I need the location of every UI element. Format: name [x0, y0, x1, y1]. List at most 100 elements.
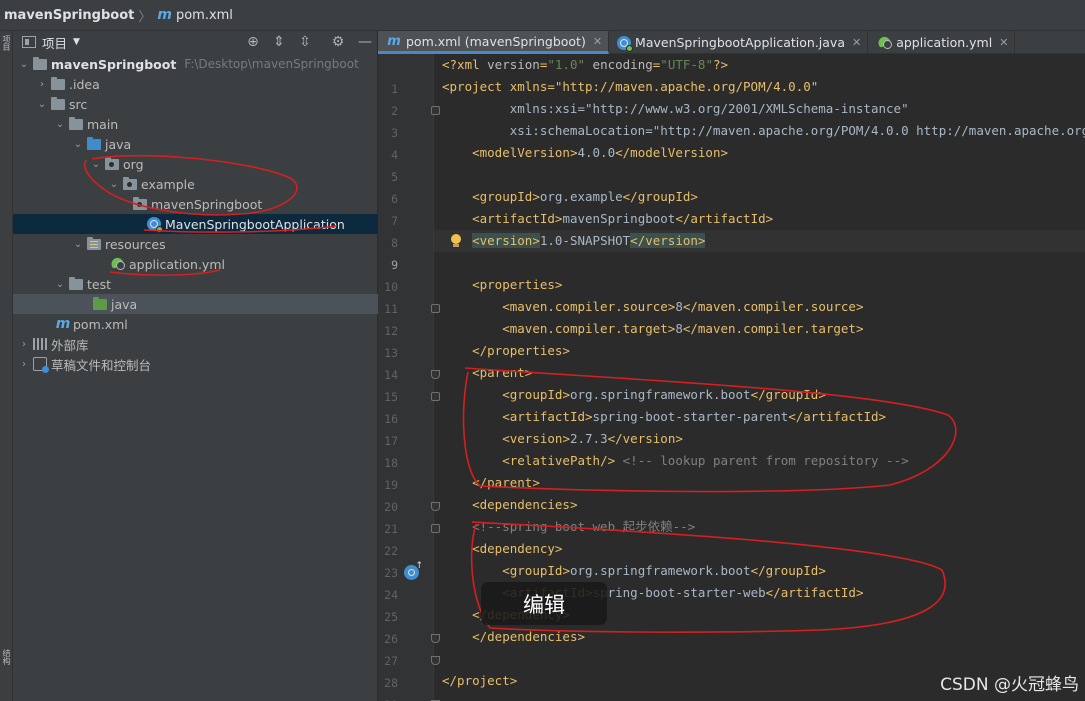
line-number[interactable]: 3 — [378, 126, 398, 140]
tree-item-main[interactable]: ⌄ main — [13, 114, 378, 134]
code-line[interactable]: <artifactId>mavenSpringboot</artifactId> — [442, 208, 1085, 230]
code-line[interactable]: xsi:schemaLocation="http://maven.apache.… — [442, 120, 1085, 142]
chevron-down-icon[interactable]: ⌄ — [53, 119, 67, 130]
collapse-all-icon[interactable]: ⇳ — [296, 34, 314, 50]
chevron-down-icon[interactable]: ⌄ — [17, 59, 31, 70]
fold-marker-icon[interactable] — [431, 106, 440, 115]
tree-item-src[interactable]: ⌄ src — [13, 94, 378, 114]
code-line[interactable] — [442, 164, 1085, 186]
editor-gutter[interactable]: 1 2 3 4 5 6 7 8 9 10 11 12 13 14 15 16 17 18 19 20 21 22 23 24 2… — [378, 54, 440, 701]
gear-icon[interactable]: ⚙ — [329, 34, 347, 50]
tree-item-application-yml[interactable]: application.yml — [13, 254, 378, 274]
line-number[interactable]: 2 — [378, 104, 398, 118]
close-icon[interactable]: ✕ — [593, 35, 602, 48]
code-line[interactable]: <parent> — [442, 362, 1085, 384]
line-number[interactable]: 10 — [378, 280, 398, 294]
tree-item-resources[interactable]: ⌄ resources — [13, 234, 378, 254]
chevron-down-icon[interactable]: ⌄ — [53, 279, 67, 290]
line-number[interactable]: 24 — [378, 588, 398, 602]
line-number[interactable]: 16 — [378, 412, 398, 426]
tree-item-test-java[interactable]: java — [13, 294, 378, 314]
tab-application-java[interactable]: MavenSpringbootApplication.java ✕ — [609, 31, 869, 54]
chevron-right-icon[interactable]: › — [17, 339, 31, 350]
chevron-down-icon[interactable]: ⌄ — [35, 99, 49, 110]
tree-item-project-root[interactable]: ⌄ mavenSpringboot F:\Desktop\mavenSpring… — [13, 54, 378, 74]
chevron-down-icon[interactable]: ⌄ — [89, 159, 103, 170]
hide-panel-icon[interactable]: — — [356, 34, 374, 50]
code-line[interactable]: </parent> — [442, 472, 1085, 494]
code-line[interactable]: <dependency> — [442, 538, 1085, 560]
line-number[interactable]: 5 — [378, 170, 398, 184]
line-number[interactable]: 14 — [378, 368, 398, 382]
code-line[interactable]: <version>2.7.3</version> — [442, 428, 1085, 450]
code-line[interactable]: <groupId>org.springframework.boot</group… — [442, 384, 1085, 406]
line-number[interactable]: 11 — [378, 302, 398, 316]
tree-item-idea[interactable]: › .idea — [13, 74, 378, 94]
line-number[interactable]: 17 — [378, 434, 398, 448]
close-icon[interactable]: ✕ — [852, 36, 861, 49]
intention-bulb-icon[interactable] — [450, 234, 462, 248]
code-line[interactable]: <!--spring boot web 起步依赖--> — [442, 516, 1085, 538]
line-number[interactable]: 19 — [378, 478, 398, 492]
code-line[interactable]: <?xml version="1.0" encoding="UTF-8"?> — [442, 54, 1085, 76]
line-number[interactable]: 23 — [378, 566, 398, 580]
line-number[interactable]: 9 — [378, 258, 398, 272]
line-number[interactable]: 20 — [378, 500, 398, 514]
tree-item-main-java[interactable]: ⌄ java — [13, 134, 378, 154]
breadcrumb-project[interactable]: mavenSpringboot — [4, 8, 134, 23]
line-number[interactable]: 1 — [378, 82, 398, 96]
fold-marker-icon[interactable] — [431, 656, 440, 665]
code-line[interactable]: <properties> — [442, 274, 1085, 296]
line-number[interactable]: 8 — [378, 236, 398, 250]
line-number[interactable]: 13 — [378, 346, 398, 360]
tree-item-example[interactable]: ⌄ example — [13, 174, 378, 194]
fold-marker-icon[interactable] — [431, 524, 440, 533]
chevron-down-icon[interactable]: ⌄ — [71, 239, 85, 250]
tree-item-application-class[interactable]: MavenSpringbootApplication — [13, 214, 378, 234]
project-tool-window-button[interactable]: 项目 — [1, 35, 12, 51]
code-line[interactable]: <artifactId>spring-boot-starter-parent</… — [442, 406, 1085, 428]
fold-marker-icon[interactable] — [431, 502, 440, 511]
breadcrumb-file[interactable]: pom.xml — [176, 8, 233, 23]
code-line[interactable]: <maven.compiler.source>8</maven.compiler… — [442, 296, 1085, 318]
chevron-right-icon[interactable]: › — [17, 359, 31, 370]
tab-application-yml[interactable]: application.yml ✕ — [868, 31, 1016, 54]
chevron-down-icon[interactable]: ⌄ — [107, 179, 121, 190]
tree-item-pom[interactable]: m pom.xml — [13, 314, 378, 334]
line-number[interactable]: 25 — [378, 610, 398, 624]
tree-item-mavenspringboot-package[interactable]: mavenSpringboot — [13, 194, 378, 214]
line-number[interactable]: 4 — [378, 148, 398, 162]
chevron-down-icon[interactable]: ⌄ — [71, 139, 85, 150]
chevron-down-icon[interactable]: ▼ — [73, 37, 80, 47]
line-number[interactable]: 26 — [378, 632, 398, 646]
fold-marker-icon[interactable] — [431, 370, 440, 379]
code-line[interactable] — [442, 648, 1085, 670]
code-line[interactable]: </dependencies> — [442, 626, 1085, 648]
tree-item-external-libraries[interactable]: › 外部库 — [13, 334, 378, 354]
line-number[interactable]: 6 — [378, 192, 398, 206]
fold-marker-icon[interactable] — [431, 634, 440, 643]
code-line[interactable]: <dependencies> — [442, 494, 1085, 516]
line-number[interactable]: 18 — [378, 456, 398, 470]
chevron-right-icon[interactable]: › — [35, 79, 49, 90]
fold-marker-icon[interactable] — [431, 392, 440, 401]
line-number[interactable]: 22 — [378, 544, 398, 558]
line-number[interactable]: 27 — [378, 654, 398, 668]
code-line[interactable]: <version>1.0-SNAPSHOT</version> — [434, 230, 1085, 252]
code-line[interactable]: <relativePath/> <!-- lookup parent from … — [442, 450, 1085, 472]
code-line[interactable]: <project xmlns="http://maven.apache.org/… — [442, 76, 1085, 98]
project-view-selector[interactable]: 项目 — [42, 33, 67, 52]
structure-tool-window-button[interactable]: 结构 — [1, 649, 12, 665]
code-line[interactable]: <groupId>org.example</groupId> — [442, 186, 1085, 208]
line-number[interactable]: 21 — [378, 522, 398, 536]
tab-pom-xml[interactable]: m pom.xml (mavenSpringboot) ✕ — [378, 31, 610, 54]
spring-dependency-gutter-icon[interactable]: ↑ — [404, 561, 423, 580]
fold-marker-icon[interactable] — [431, 304, 440, 313]
line-number[interactable]: 28 — [378, 676, 398, 690]
line-number[interactable]: 12 — [378, 324, 398, 338]
line-number[interactable]: 7 — [378, 214, 398, 228]
line-number[interactable]: 15 — [378, 390, 398, 404]
tree-item-test[interactable]: ⌄ test — [13, 274, 378, 294]
code-line[interactable]: <modelVersion>4.0.0</modelVersion> — [442, 142, 1085, 164]
tree-item-scratches[interactable]: › 草稿文件和控制台 — [13, 354, 378, 374]
